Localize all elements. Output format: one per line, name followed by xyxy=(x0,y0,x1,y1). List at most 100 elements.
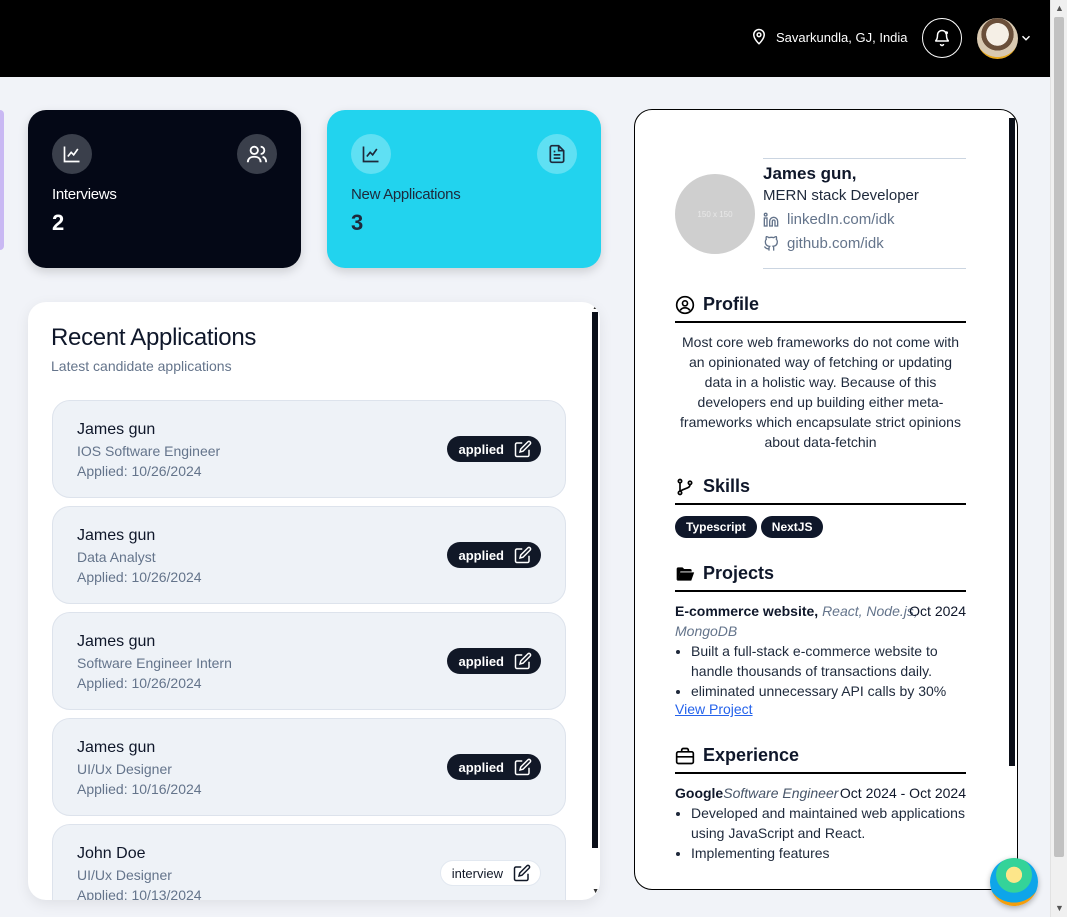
skills-section-header: Skills xyxy=(675,476,966,505)
location-display[interactable]: Savarkundla, GJ, India xyxy=(750,28,908,46)
scroll-down-arrow[interactable]: ▼ xyxy=(592,888,599,895)
candidate-name: James gun xyxy=(77,527,156,544)
stat-label: Interviews xyxy=(52,186,117,203)
experience-entry: GoogleSoftware Engineer Oct 2024 - Oct 2… xyxy=(675,783,966,803)
list-item[interactable]: James gun UI/Ux Designer Applied: 10/16/… xyxy=(52,718,566,816)
github-icon xyxy=(764,235,779,251)
candidate-role: IOS Software Engineer xyxy=(77,443,221,459)
linkedin-icon xyxy=(763,212,779,227)
project-name: E-commerce website, xyxy=(675,603,819,619)
company-name: Google xyxy=(675,785,724,801)
chevron-down-icon[interactable] xyxy=(1019,31,1033,45)
chart-line-icon xyxy=(52,134,92,174)
stat-label: New Applications xyxy=(351,186,461,203)
candidate-role: UI/Ux Designer xyxy=(77,867,172,883)
map-pin-icon xyxy=(752,28,766,45)
status-label: applied xyxy=(458,441,504,457)
section-title: Experience xyxy=(703,745,800,765)
experience-bullets: Developed and maintained web application… xyxy=(691,803,971,863)
list-item: eliminated unnecessary API calls by 30% xyxy=(691,681,971,701)
new-applications-card[interactable]: New Applications 3 xyxy=(327,110,601,268)
user-circle-icon xyxy=(675,295,695,314)
notifications-button[interactable] xyxy=(922,18,962,58)
list-item: Built a full-stack e-commerce website to… xyxy=(691,641,971,681)
candidate-name: James gun, xyxy=(763,164,857,183)
list-item: Implementing features xyxy=(691,843,971,863)
status-badge[interactable]: interview xyxy=(439,860,541,886)
scroll-down-arrow[interactable]: ▼ xyxy=(1055,903,1064,913)
skill-chip: Typescript xyxy=(675,516,757,538)
location-text: Savarkundla, GJ, India xyxy=(776,29,908,45)
panel-scrollbar[interactable] xyxy=(592,312,598,848)
user-avatar[interactable] xyxy=(977,18,1018,59)
edit-icon[interactable] xyxy=(514,758,532,776)
scroll-up-arrow[interactable]: ▲ xyxy=(1055,3,1064,13)
applied-date: Applied: 10/26/2024 xyxy=(77,675,202,691)
status-badge[interactable]: applied xyxy=(447,436,541,462)
project-entry: E-commerce website, React, Node.js, Mong… xyxy=(675,601,966,641)
top-bar: Savarkundla, GJ, India xyxy=(0,0,1050,77)
list-item[interactable]: James gun Data Analyst Applied: 10/26/20… xyxy=(52,506,566,604)
experience-section-header: Experience xyxy=(675,745,966,774)
stat-value: 3 xyxy=(351,210,364,235)
candidate-name: James gun xyxy=(77,739,156,756)
users-icon xyxy=(237,134,277,174)
bell-icon xyxy=(934,29,950,47)
skill-chip: NextJS xyxy=(760,516,824,538)
github-link[interactable]: github.com/idk xyxy=(763,235,884,252)
panel-title: Recent Applications xyxy=(51,324,257,351)
applied-date: Applied: 10/26/2024 xyxy=(77,463,202,479)
section-title: Skills xyxy=(703,476,751,496)
git-branch-icon xyxy=(677,478,693,495)
list-item: Developed and maintained web application… xyxy=(691,803,971,843)
status-label: applied xyxy=(458,653,504,669)
file-text-icon xyxy=(537,134,577,174)
folder-open-icon xyxy=(676,566,695,581)
status-badge[interactable]: applied xyxy=(447,542,541,568)
scroll-up-arrow[interactable]: ▲ xyxy=(592,304,599,311)
list-item[interactable]: James gun Software Engineer Intern Appli… xyxy=(52,612,566,710)
interviews-card[interactable]: Interviews 2 xyxy=(28,110,301,268)
partial-card-edge xyxy=(0,110,4,250)
candidate-name: John Doe xyxy=(77,845,146,862)
stat-value: 2 xyxy=(52,210,65,235)
edit-icon[interactable] xyxy=(514,440,532,458)
divider xyxy=(763,268,966,269)
edit-icon[interactable] xyxy=(514,546,532,564)
list-item[interactable]: James gun IOS Software Engineer Applied:… xyxy=(52,400,566,498)
page-scrollbar[interactable]: ▲ ▼ xyxy=(1050,0,1067,917)
applied-date: Applied: 10/16/2024 xyxy=(77,781,202,797)
experience-date: Oct 2024 - Oct 2024 xyxy=(839,785,966,801)
linkedin-text: linkedIn.com/idk xyxy=(787,211,895,228)
candidate-role: Software Engineer Intern xyxy=(77,655,232,671)
scrollbar-thumb[interactable] xyxy=(1054,17,1064,857)
linkedin-link[interactable]: linkedIn.com/idk xyxy=(763,211,895,228)
position-title: Software Engineer xyxy=(723,785,839,801)
recent-applications-panel: Recent Applications Latest candidate app… xyxy=(28,302,600,900)
divider xyxy=(763,158,966,159)
view-project-link[interactable]: View Project xyxy=(675,701,753,717)
panel-scrollbar[interactable] xyxy=(1009,118,1015,766)
candidate-role: UI/Ux Designer xyxy=(77,761,172,777)
list-item[interactable]: John Doe UI/Ux Designer Applied: 10/13/2… xyxy=(52,824,566,900)
profile-text: Most core web frameworks do not come wit… xyxy=(680,334,961,450)
briefcase-icon xyxy=(675,747,695,764)
profile-section-header: Profile xyxy=(675,294,966,323)
edit-icon[interactable] xyxy=(513,864,531,882)
edit-icon[interactable] xyxy=(514,652,532,670)
projects-section-header: Projects xyxy=(675,563,966,592)
applied-date: Applied: 10/13/2024 xyxy=(77,887,202,900)
github-text: github.com/idk xyxy=(787,235,884,252)
section-title: Profile xyxy=(703,294,760,314)
chart-line-icon xyxy=(351,134,391,174)
status-badge[interactable]: applied xyxy=(447,648,541,674)
project-date: Oct 2024 xyxy=(909,603,966,619)
status-badge[interactable]: applied xyxy=(447,754,541,780)
status-label: applied xyxy=(458,547,504,563)
profile-photo-placeholder: 150 x 150 xyxy=(675,174,755,254)
status-label: interview xyxy=(451,865,503,881)
applied-date: Applied: 10/26/2024 xyxy=(77,569,202,585)
skills-list: Typescript NextJS xyxy=(675,516,824,538)
candidate-name: James gun xyxy=(77,633,156,650)
floating-action-button[interactable] xyxy=(990,858,1038,906)
